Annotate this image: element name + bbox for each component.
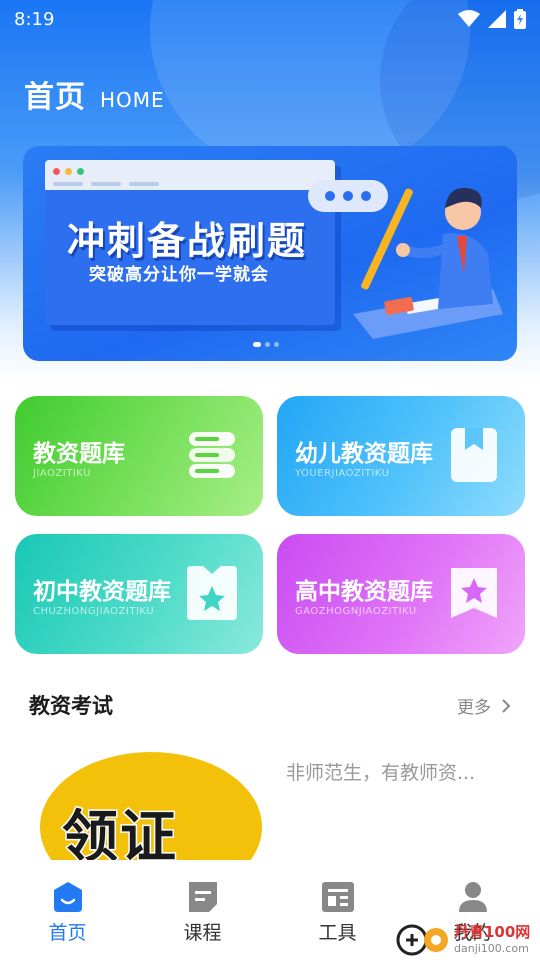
dot-icon [53, 168, 60, 175]
star-bookmark-icon [187, 566, 237, 620]
card-subtitle: YOUERJIAOZITIKU [295, 468, 390, 479]
status-icons [458, 9, 526, 29]
status-bar: 8:19 [0, 0, 540, 38]
watermark-logo-icon [396, 924, 448, 956]
tab-label: 首页 [48, 922, 87, 944]
card-subtitle: JIAOZITIKU [33, 468, 91, 479]
section-title: 教资考试 [29, 694, 113, 718]
category-card-youer[interactable]: 幼儿教资题库 YOUERJIAOZITIKU [277, 396, 525, 516]
page-title: 首页 [24, 80, 86, 115]
home-icon [53, 882, 82, 912]
star-bookmark-icon [451, 568, 497, 618]
carousel-indicator[interactable] [253, 342, 279, 347]
watermark-text: 丹青100网 danji100.com [454, 921, 530, 955]
category-card-chuzhong[interactable]: 初中教资题库 CHUZHONGJIAOZITIKU [15, 534, 263, 654]
tab-home[interactable]: 首页 [0, 860, 135, 960]
card-subtitle: CHUZHONGJIAOZITIKU [33, 606, 155, 617]
tab-label: 工具 [318, 922, 357, 944]
battery-icon [514, 9, 526, 29]
profile-icon [458, 882, 487, 912]
page-subtitle: HOME [100, 88, 165, 112]
dot-icon [77, 168, 84, 175]
category-card-jiaozi[interactable]: 教资题库 JIAOZITIKU [15, 396, 263, 516]
card-subtitle: GAOZHOGNJIAOZITIKU [295, 606, 417, 617]
carousel-dot[interactable] [265, 342, 270, 347]
watermark-name: 丹青100网 [454, 923, 531, 941]
promo-banner[interactable]: 冲刺备战刷题 突破高分让你一学就会 [23, 146, 517, 361]
tab-tools[interactable]: 工具 [270, 860, 405, 960]
course-description[interactable]: 非师范生，有教师资... [286, 758, 506, 785]
watermark-url: danji100.com [454, 942, 529, 955]
carousel-dot[interactable] [253, 342, 261, 347]
banner-subtitle: 突破高分让你一学就会 [89, 265, 269, 285]
tools-icon [321, 882, 354, 912]
more-label: 更多 [457, 698, 491, 718]
tab-course[interactable]: 课程 [135, 860, 270, 960]
teacher-illustration [353, 187, 503, 339]
category-card-gaozhong[interactable]: 高中教资题库 GAOZHOGNJIAOZITIKU [277, 534, 525, 654]
books-icon [189, 432, 235, 478]
dot-icon [65, 168, 72, 175]
bar-line [53, 182, 83, 186]
course-icon [188, 882, 217, 912]
carousel-dot[interactable] [274, 342, 279, 347]
banner-title: 冲刺备战刷题 [67, 219, 308, 263]
bar-line [91, 182, 121, 186]
wifi-icon [458, 10, 480, 27]
card-title: 初中教资题库 [33, 579, 171, 605]
watermark: 丹青100网 danji100.com [396, 918, 540, 958]
status-time: 8:19 [14, 8, 55, 30]
card-title: 幼儿教资题库 [295, 441, 433, 467]
page-header: 首页 HOME [24, 72, 165, 116]
tab-label: 课程 [183, 922, 222, 944]
browser-bar [45, 160, 335, 190]
bar-line [129, 182, 159, 186]
book-bookmark-icon [451, 428, 497, 482]
signal-icon [488, 10, 506, 28]
more-link[interactable]: 更多 [457, 693, 511, 718]
chevron-right-icon [502, 698, 511, 713]
card-title: 教资题库 [33, 441, 125, 467]
card-title: 高中教资题库 [295, 579, 433, 605]
